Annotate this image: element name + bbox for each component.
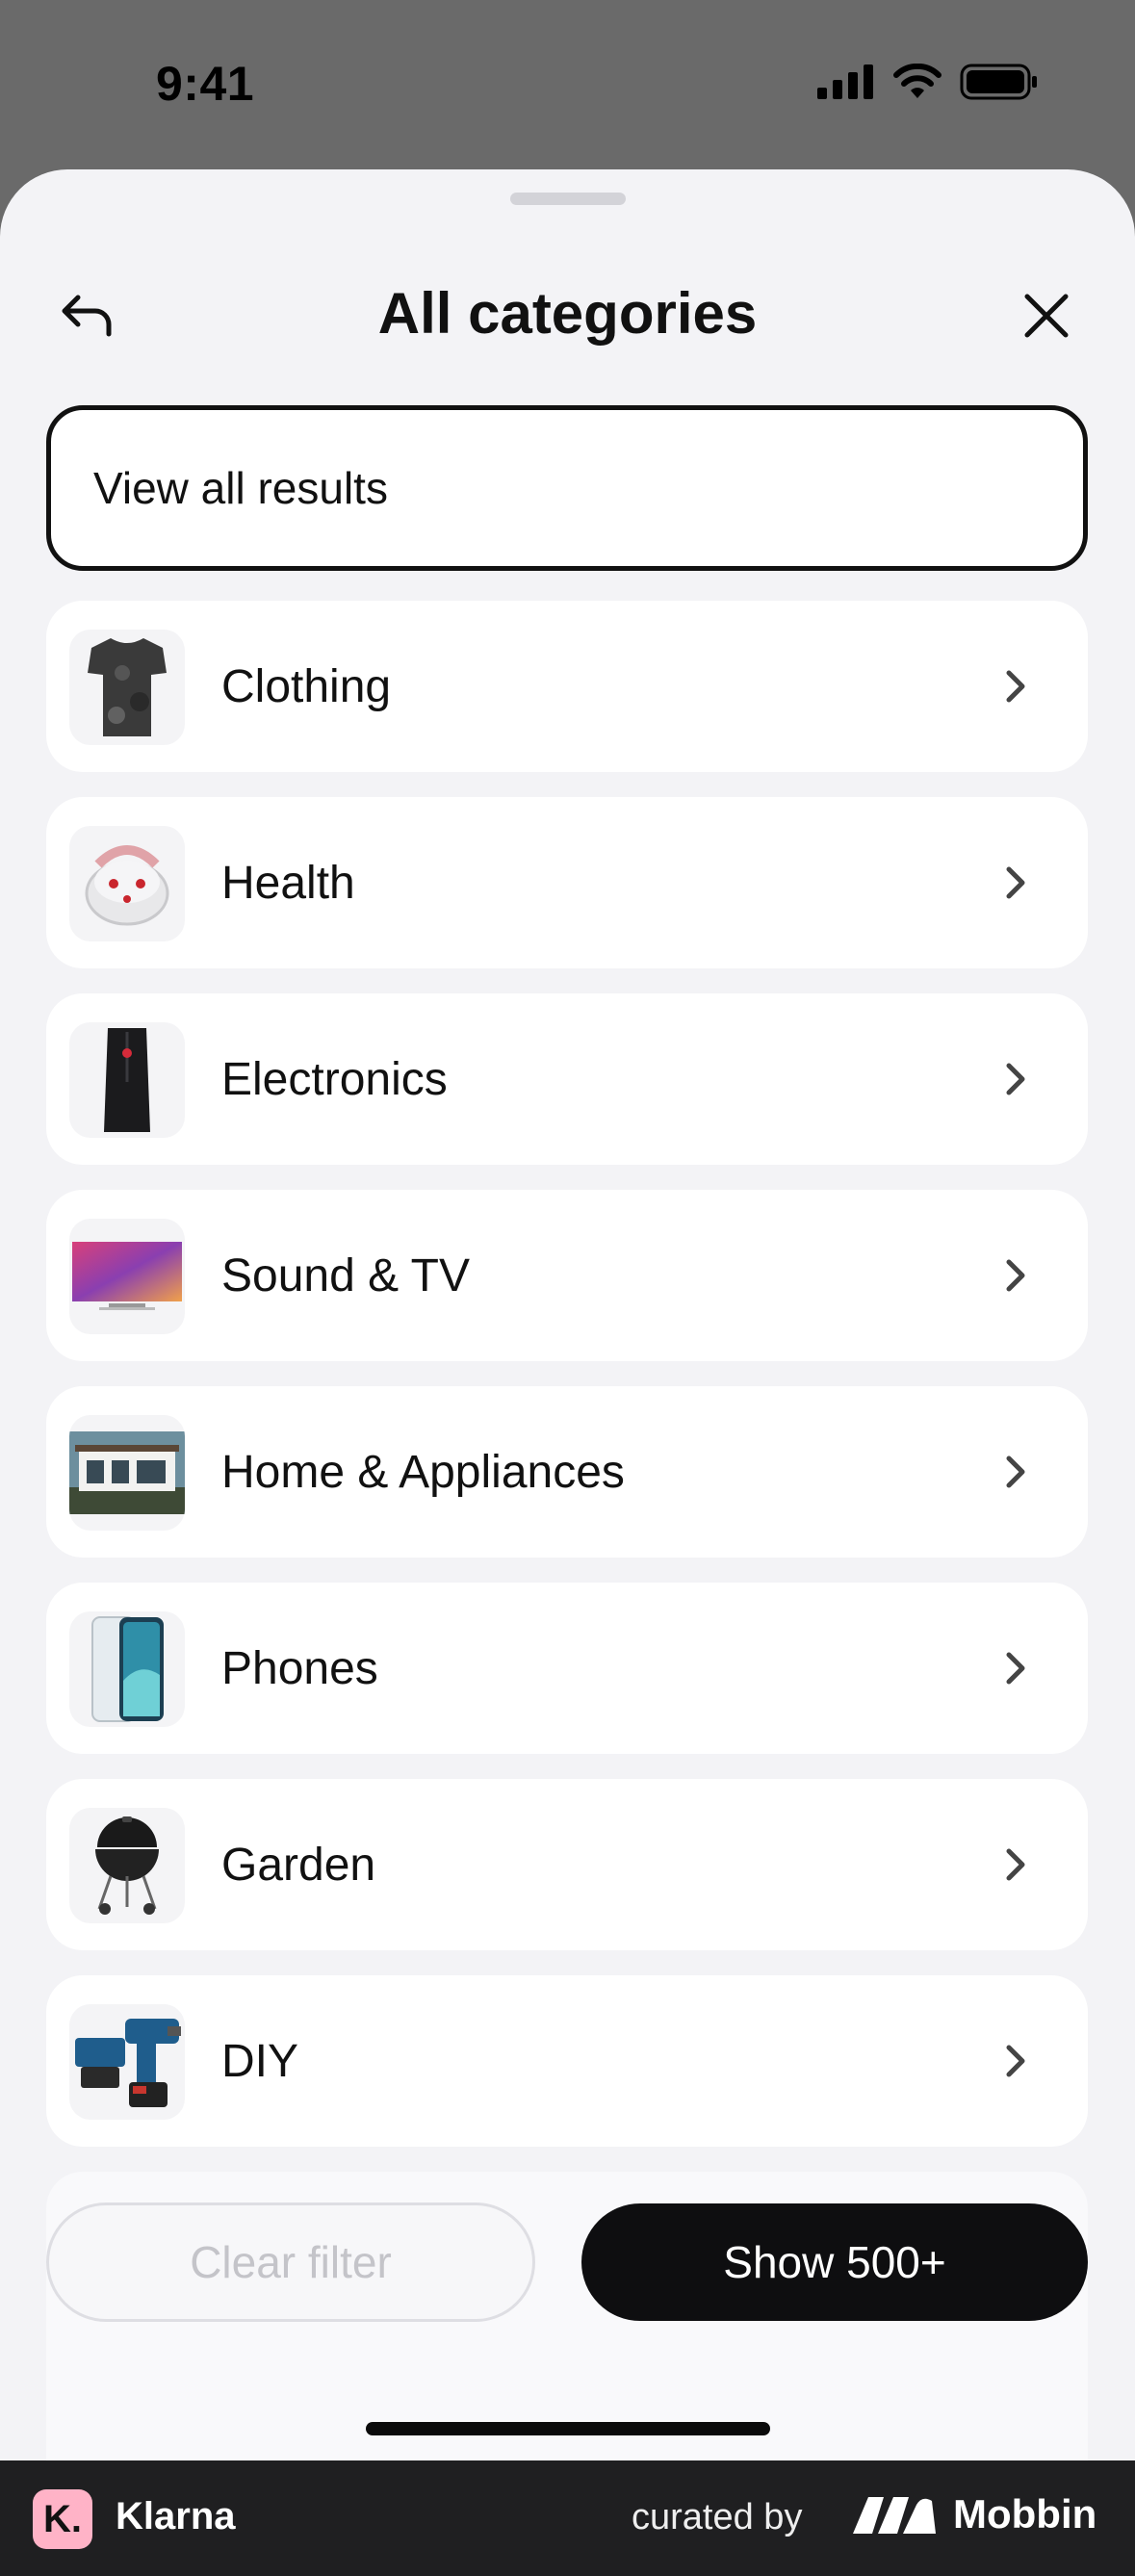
category-label: Health: [221, 857, 355, 909]
category-row-electronics[interactable]: Electronics: [46, 993, 1088, 1165]
sheet-grabber[interactable]: [510, 193, 626, 205]
category-row-clothing[interactable]: Clothing: [46, 601, 1088, 772]
chevron-right-icon: [1006, 866, 1025, 899]
category-label: Clothing: [221, 660, 392, 712]
page-title: All categories: [377, 281, 758, 346]
category-label: DIY: [221, 2035, 299, 2087]
chevron-right-icon: [1006, 1063, 1025, 1095]
mobbin-logo-icon: [853, 2497, 936, 2534]
foot-spa-image: [69, 826, 185, 941]
chevron-right-icon: [1006, 1455, 1025, 1488]
category-label: Electronics: [221, 1053, 448, 1105]
pc-tower-image: [69, 1022, 185, 1138]
category-label: Phones: [221, 1642, 378, 1694]
curator-name: Mobbin: [953, 2491, 1097, 2537]
branding-bar: K. Klarna curated by Mobbin: [0, 2460, 1135, 2576]
category-label: Home & Appliances: [221, 1446, 625, 1498]
curated-by-label: curated by: [632, 2497, 803, 2537]
status-icons: [817, 64, 1039, 100]
clear-filter-button[interactable]: Clear filter: [46, 2202, 535, 2322]
home-indicator: [366, 2422, 770, 2435]
categories-sheet: All categories View all results Clothing: [0, 169, 1135, 2460]
smartphone-image: [69, 1611, 185, 1727]
wifi-icon: [893, 64, 942, 98]
close-button[interactable]: [1016, 285, 1077, 347]
garden-house-image: [69, 1415, 185, 1531]
category-row-diy[interactable]: DIY: [46, 1975, 1088, 2147]
chevron-right-icon: [1006, 670, 1025, 703]
category-row-health[interactable]: Health: [46, 797, 1088, 968]
close-icon: [1024, 294, 1069, 338]
status-bar: 9:41: [0, 0, 1135, 169]
signal-icon: [817, 64, 873, 99]
category-label: Garden: [221, 1839, 376, 1891]
category-row-sound-tv[interactable]: Sound & TV: [46, 1190, 1088, 1361]
category-row-garden[interactable]: Garden: [46, 1779, 1088, 1950]
tshirt-image: [69, 630, 185, 745]
battery-icon: [960, 64, 1037, 100]
tv-image: [69, 1219, 185, 1334]
chevron-right-icon: [1006, 1848, 1025, 1881]
chevron-right-icon: [1006, 1259, 1025, 1292]
power-drill-image: [69, 2004, 185, 2120]
chevron-right-icon: [1006, 2045, 1025, 2077]
category-row-phones[interactable]: Phones: [46, 1583, 1088, 1754]
filter-footer: Clear filter Show 500+: [46, 2172, 1088, 2353]
category-label: Sound & TV: [221, 1249, 470, 1301]
view-all-results-button[interactable]: View all results: [46, 405, 1088, 571]
category-row-home-appliances[interactable]: Home & Appliances: [46, 1386, 1088, 1558]
show-results-button[interactable]: Show 500+: [581, 2203, 1088, 2321]
grill-image: [69, 1808, 185, 1923]
app-name: Klarna: [116, 2495, 236, 2537]
category-list: Clothing Health Electronics Sound & TV H…: [46, 601, 1088, 2172]
klarna-logo: K.: [33, 2489, 92, 2549]
chevron-right-icon: [1006, 1652, 1025, 1685]
status-time: 9:41: [156, 57, 255, 111]
